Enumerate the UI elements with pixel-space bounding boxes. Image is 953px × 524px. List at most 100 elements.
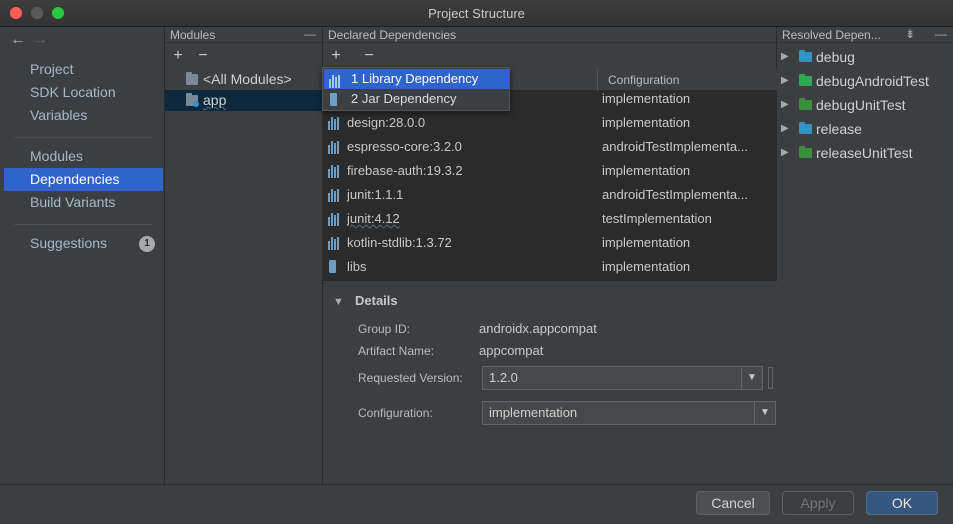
configuration-value: implementation (489, 405, 578, 420)
dependency-configuration: testImplementation (602, 211, 712, 226)
chevron-down-icon[interactable]: ▼ (754, 402, 775, 424)
table-row[interactable]: design:28.0.0 implementation (323, 111, 777, 135)
group-id-value: androidx.appcompat (479, 321, 597, 336)
sidebar-divider (14, 137, 152, 138)
declared-dependencies-header: Declared Dependencies (323, 27, 776, 43)
group-id-label: Group ID: (358, 322, 411, 336)
folder-icon (799, 122, 812, 134)
version-options-button[interactable] (768, 367, 773, 389)
module-item-app[interactable]: app (165, 90, 322, 111)
dependency-name: kotlin-stdlib:1.3.72 (347, 235, 452, 250)
variant-node-release-unit-test[interactable]: ▶ releaseUnitTest (777, 141, 953, 165)
module-folder-icon (186, 72, 198, 85)
dependency-configuration: androidTestImplementa... (602, 139, 748, 154)
library-icon (328, 141, 341, 154)
chevron-down-icon[interactable]: ▼ (741, 367, 762, 389)
add-dependency-button[interactable]: + (327, 45, 345, 67)
ok-button[interactable]: OK (866, 491, 938, 515)
sidebar-item-project[interactable]: Project (4, 58, 163, 81)
menu-item-label: 2 Jar Dependency (351, 91, 457, 106)
dependency-name: espresso-core:3.2.0 (347, 139, 462, 154)
jar-icon (330, 93, 337, 106)
folder-icon (799, 50, 812, 62)
sidebar-item-suggestions[interactable]: Suggestions 1 (4, 232, 163, 255)
requested-version-value: 1.2.0 (489, 370, 518, 385)
dialog-button-bar: Cancel Apply OK (0, 484, 953, 524)
module-label: <All Modules> (203, 71, 292, 87)
configuration-label: Configuration: (358, 406, 433, 420)
collapse-all-icon[interactable]: ⇟ (905, 26, 915, 42)
dependency-name: junit:1.1.1 (347, 187, 404, 202)
library-icon (328, 213, 341, 226)
sidebar-item-dependencies[interactable]: Dependencies (4, 168, 163, 191)
sidebar-item-sdk-location[interactable]: SDK Location (4, 81, 163, 104)
sidebar-divider (14, 224, 152, 225)
dependency-configuration: androidTestImplementa... (602, 187, 748, 202)
variant-label: debugUnitTest (816, 97, 906, 113)
details-header[interactable]: ▼ Details (333, 293, 398, 308)
expand-arrow-icon[interactable]: ▶ (781, 117, 789, 141)
expand-arrow-icon[interactable]: ▶ (781, 69, 789, 93)
suggestions-count-badge: 1 (139, 236, 155, 252)
apply-button[interactable]: Apply (782, 491, 854, 515)
expand-arrow-icon[interactable]: ▶ (781, 45, 789, 69)
table-row[interactable]: libs implementation (323, 255, 777, 279)
module-label: app (203, 92, 227, 108)
modules-panel: Modules — + − <All Modules> app (165, 27, 323, 484)
arrow-right-icon[interactable]: → (32, 31, 54, 49)
window-title: Project Structure (428, 6, 525, 21)
dependency-name: libs (347, 259, 367, 274)
table-row[interactable]: espresso-core:3.2.0 androidTestImplement… (323, 135, 777, 159)
collapse-triangle-icon[interactable]: ▼ (333, 296, 355, 308)
android-module-badge-icon (193, 101, 199, 107)
library-icon (328, 117, 341, 130)
folder-icon (799, 98, 812, 110)
dependency-configuration: implementation (602, 163, 691, 178)
resolved-dependencies-panel: Resolved Depen... ⇟ — ▶ debug ▶ debugAnd… (777, 27, 953, 484)
configuration-combo[interactable]: implementation ▼ (482, 401, 776, 425)
module-item-all[interactable]: <All Modules> (165, 69, 322, 90)
dependencies-toolbar: + − (323, 45, 776, 67)
sidebar-item-variables[interactable]: Variables (4, 104, 163, 127)
sidebar-item-label: Suggestions (30, 235, 108, 251)
variant-label: debugAndroidTest (816, 73, 929, 89)
sidebar-item-modules[interactable]: Modules (4, 145, 163, 168)
minimize-icon[interactable]: — (935, 26, 947, 42)
table-row[interactable]: kotlin-stdlib:1.3.72 implementation (323, 231, 777, 255)
menu-item-library-dependency[interactable]: 1 Library Dependency (324, 69, 509, 89)
variant-node-debug-android-test[interactable]: ▶ debugAndroidTest (777, 69, 953, 93)
history-navigation: ← → (10, 31, 54, 49)
arrow-left-icon[interactable]: ← (10, 31, 32, 49)
menu-item-label: 1 Library Dependency (351, 71, 479, 86)
menu-item-jar-dependency[interactable]: 2 Jar Dependency (324, 89, 509, 109)
dependency-configuration: implementation (602, 259, 691, 274)
variant-node-debug-unit-test[interactable]: ▶ debugUnitTest (777, 93, 953, 117)
remove-dependency-button[interactable]: − (360, 45, 378, 67)
minimize-icon[interactable]: — (304, 26, 316, 42)
variant-label: release (816, 121, 862, 137)
variant-node-release[interactable]: ▶ release (777, 117, 953, 141)
remove-module-button[interactable]: − (194, 45, 212, 67)
table-row[interactable]: firebase-auth:19.3.2 implementation (323, 159, 777, 183)
variant-node-debug[interactable]: ▶ debug (777, 45, 953, 69)
expand-arrow-icon[interactable]: ▶ (781, 141, 789, 165)
dependency-name: design:28.0.0 (347, 115, 426, 130)
dependency-configuration: implementation (602, 115, 691, 130)
add-module-button[interactable]: + (169, 45, 187, 67)
table-row[interactable]: junit:1.1.1 androidTestImplementa... (323, 183, 777, 207)
requested-version-combo[interactable]: 1.2.0 ▼ (482, 366, 763, 390)
table-row[interactable]: junit:4.12 testImplementation (323, 207, 777, 231)
modules-header: Modules — (165, 27, 322, 43)
sidebar-item-build-variants[interactable]: Build Variants (4, 191, 163, 214)
folder-icon (799, 146, 812, 158)
modules-toolbar: + − (165, 45, 322, 67)
settings-sidebar: ← → Project SDK Location Variables Module… (0, 27, 165, 484)
expand-arrow-icon[interactable]: ▶ (781, 93, 789, 117)
variant-label: debug (816, 49, 855, 65)
declared-dependencies-title: Declared Dependencies (328, 28, 457, 42)
dependency-configuration: implementation (602, 91, 691, 106)
modules-header-label: Modules (170, 28, 216, 42)
cancel-button[interactable]: Cancel (696, 491, 770, 515)
dependency-configuration: implementation (602, 235, 691, 250)
requested-version-label: Requested Version: (358, 371, 463, 385)
